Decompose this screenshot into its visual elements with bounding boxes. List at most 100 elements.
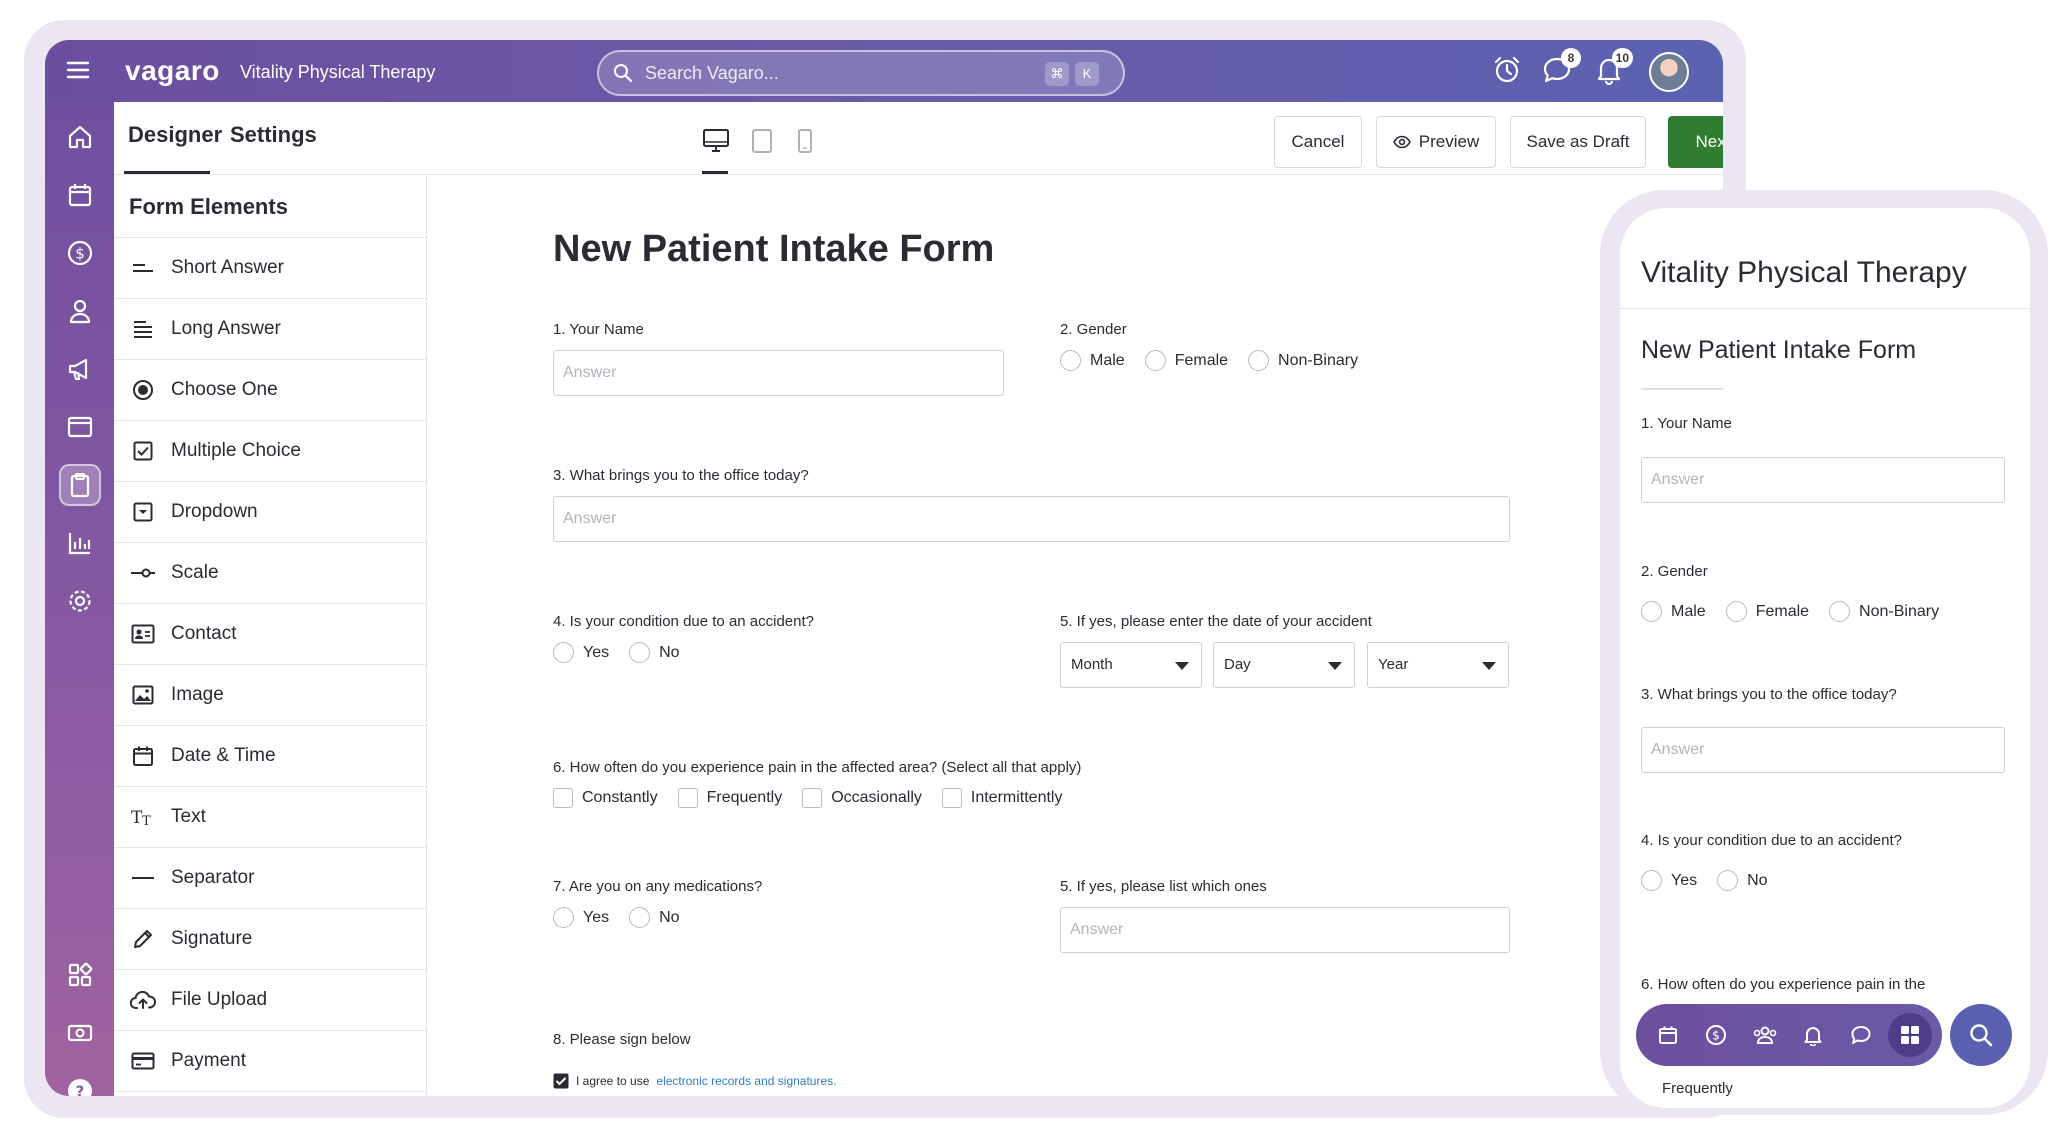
question-label: 7. Are you on any medications?	[553, 878, 763, 895]
year-select[interactable]: Year	[1367, 642, 1509, 688]
esign-link[interactable]: electronic records and signatures.	[656, 1074, 836, 1088]
element-signature[interactable]: Signature	[114, 909, 426, 970]
vagaro-logo[interactable]: vagaro	[125, 55, 220, 87]
cash-icon[interactable]	[59, 1012, 101, 1054]
element-text[interactable]: TT Text	[114, 787, 426, 848]
dollar-icon[interactable]: $	[1694, 1013, 1738, 1057]
gender-option-female[interactable]: Female	[1144, 350, 1228, 371]
next-button[interactable]: Next	[1668, 116, 1723, 168]
phone-reason-input[interactable]: Answer	[1641, 727, 2005, 773]
gender-option-male[interactable]: Male	[1060, 350, 1125, 371]
accident-option-yes[interactable]: Yes	[553, 642, 609, 663]
user-avatar[interactable]	[1649, 52, 1689, 92]
select-value: Year	[1378, 656, 1409, 673]
name-answer-input[interactable]: Answer	[553, 350, 1004, 396]
element-contact[interactable]: Contact	[114, 604, 426, 665]
alarm-clock-icon[interactable]	[1491, 54, 1523, 86]
save-as-draft-button[interactable]: Save as Draft	[1510, 116, 1646, 168]
gender-option-female[interactable]: Female	[1725, 601, 1809, 622]
medications-option-yes[interactable]: Yes	[553, 907, 609, 928]
scale-icon	[130, 560, 156, 586]
element-separator[interactable]: Separator	[114, 848, 426, 909]
option-label: Yes	[583, 908, 610, 926]
gender-option-non-binary[interactable]: Non-Binary	[1829, 601, 1939, 622]
phone-name-input[interactable]: Answer	[1641, 457, 2005, 503]
radio-button[interactable]	[1829, 601, 1851, 622]
browser-icon[interactable]	[59, 406, 101, 448]
search-fab[interactable]	[1950, 1004, 2012, 1066]
element-multiple-choice[interactable]: Multiple Choice	[114, 421, 426, 482]
desktop-icon[interactable]	[702, 128, 730, 154]
question-label: 2. Gender	[1060, 321, 1127, 338]
chart-icon[interactable]	[59, 522, 101, 564]
accident-option-no[interactable]: No	[1717, 870, 1768, 891]
element-choose-one[interactable]: Choose One	[114, 360, 426, 421]
chat-icon[interactable]	[1839, 1013, 1883, 1057]
accident-option-yes[interactable]: Yes	[1641, 870, 1697, 891]
checkbox[interactable]	[677, 788, 698, 808]
radio-button[interactable]	[1717, 870, 1739, 891]
element-date-time[interactable]: Date & Time	[114, 726, 426, 787]
radio-button[interactable]	[1641, 870, 1662, 891]
radio-button[interactable]	[553, 907, 574, 928]
dollar-icon[interactable]: $	[59, 232, 101, 274]
tab-designer[interactable]: Designer	[128, 122, 222, 148]
checkbox[interactable]	[941, 788, 962, 808]
chat-icon[interactable]: 8	[1541, 48, 1581, 86]
radio-button[interactable]	[629, 907, 651, 928]
day-select[interactable]: Day	[1213, 642, 1355, 688]
option-label: Male	[1671, 602, 1706, 620]
tab-settings[interactable]: Settings	[230, 122, 317, 148]
element-file-upload[interactable]: File Upload	[114, 970, 426, 1031]
apps-grid-icon[interactable]	[1887, 1013, 1932, 1057]
home-icon[interactable]	[59, 116, 101, 158]
radio-button[interactable]	[1248, 350, 1270, 371]
calendar-icon[interactable]	[59, 174, 101, 216]
gender-option-non-binary[interactable]: Non-Binary	[1248, 350, 1358, 371]
bell-icon[interactable]	[1791, 1013, 1835, 1057]
element-scale[interactable]: Scale	[114, 543, 426, 604]
apps-grid-icon[interactable]	[59, 954, 101, 996]
accident-option-no[interactable]: No	[629, 642, 680, 663]
checked-checkbox-icon[interactable]	[553, 1073, 569, 1089]
pain-option-occasionally[interactable]: Occasionally	[802, 788, 922, 808]
agree-checkbox-row[interactable]: I agree to use electronic records and si…	[553, 1073, 836, 1089]
gear-icon[interactable]	[59, 580, 101, 622]
calendar-icon[interactable]	[1646, 1013, 1690, 1057]
radio-button[interactable]	[629, 642, 651, 663]
checkbox[interactable]	[802, 788, 823, 808]
search-bar[interactable]: Search Vagaro... ⌘ K	[597, 50, 1125, 96]
business-name[interactable]: Vitality Physical Therapy	[240, 62, 435, 83]
tablet-icon[interactable]	[750, 128, 774, 154]
preview-button[interactable]: Preview	[1376, 116, 1496, 168]
gender-option-male[interactable]: Male	[1641, 601, 1706, 622]
radio-button[interactable]	[1144, 350, 1166, 371]
radio-button[interactable]	[553, 642, 574, 663]
pain-option-constantly[interactable]: Constantly	[553, 788, 658, 808]
element-long-answer[interactable]: Long Answer	[114, 299, 426, 360]
people-icon[interactable]	[1743, 1013, 1787, 1057]
element-dropdown[interactable]: Dropdown	[114, 482, 426, 543]
clipboard-icon[interactable]	[59, 464, 101, 506]
element-short-answer[interactable]: Short Answer	[114, 238, 426, 299]
checkbox[interactable]	[553, 788, 573, 808]
cancel-button[interactable]: Cancel	[1274, 116, 1362, 168]
medications-option-no[interactable]: No	[629, 907, 680, 928]
radio-button[interactable]	[1725, 601, 1747, 622]
radio-button[interactable]	[1060, 350, 1081, 371]
form-title[interactable]: New Patient Intake Form	[553, 228, 994, 271]
pain-option-frequently[interactable]: Frequently	[677, 788, 782, 808]
hamburger-menu-icon[interactable]	[63, 55, 93, 85]
month-select[interactable]: Month	[1060, 642, 1202, 688]
reason-answer-input[interactable]: Answer	[553, 496, 1510, 542]
radio-button[interactable]	[1641, 601, 1662, 622]
pain-option-intermittently[interactable]: Intermittently	[941, 788, 1062, 808]
help-icon[interactable]: ?	[59, 1070, 101, 1096]
element-payment[interactable]: Payment	[114, 1031, 426, 1092]
phone-icon[interactable]	[796, 128, 814, 154]
element-image[interactable]: Image	[114, 665, 426, 726]
medications-answer-input[interactable]: Answer	[1060, 907, 1510, 953]
bell-icon[interactable]: 10	[1593, 48, 1633, 86]
person-icon[interactable]	[59, 290, 101, 332]
megaphone-icon[interactable]	[59, 348, 101, 390]
